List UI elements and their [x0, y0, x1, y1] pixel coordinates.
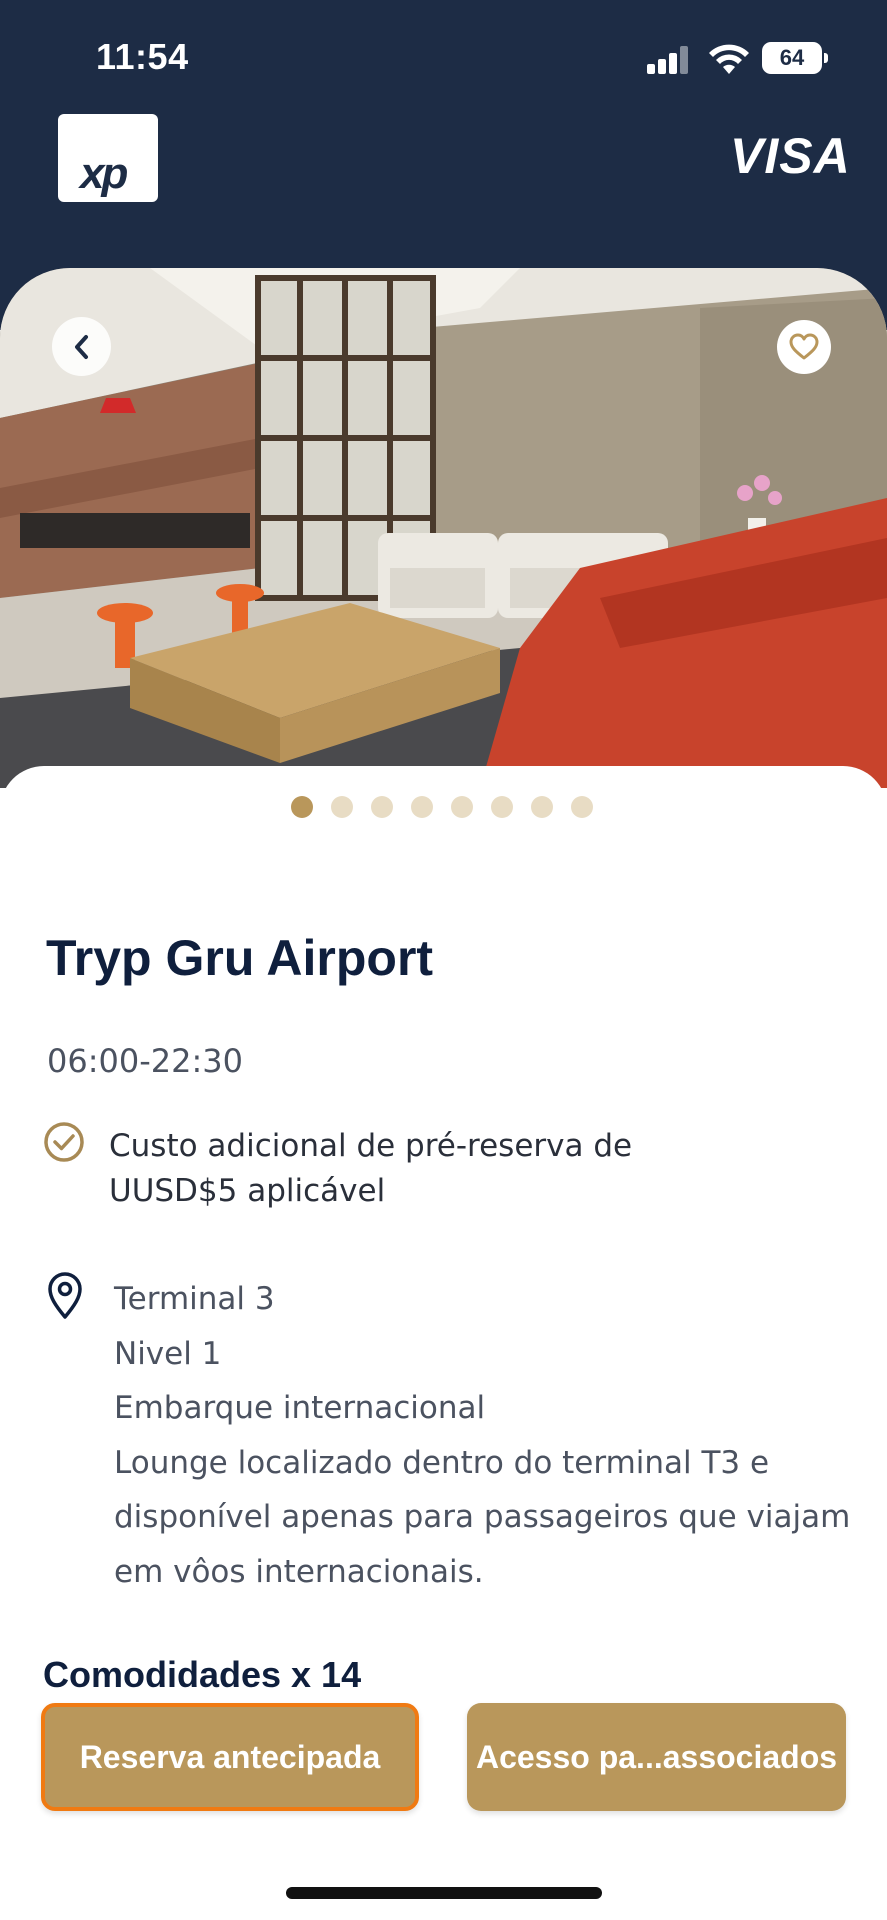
notice-line: Custo adicional de pré-reserva de — [109, 1128, 633, 1164]
gallery-dot[interactable] — [411, 796, 433, 818]
status-time: 11:54 — [96, 36, 189, 77]
map-pin-icon — [48, 1272, 82, 1319]
battery-icon: 64 — [762, 42, 828, 74]
lounge-photo-illustration — [0, 268, 887, 788]
xp-logo-text: xp — [80, 149, 128, 198]
heart-icon — [789, 333, 819, 360]
gallery-dot[interactable] — [451, 796, 473, 818]
battery-level: 64 — [779, 45, 805, 70]
back-button[interactable] — [52, 317, 111, 376]
location-line: em vôos internacionais. — [114, 1553, 484, 1590]
location-line: Embarque internacional — [114, 1390, 486, 1426]
pre-booking-fee-notice: Custo adicional de pré-reserva de UUSD$5… — [109, 1124, 669, 1214]
gallery-dot[interactable] — [531, 796, 553, 818]
opening-hours: 06:00-22:30 — [47, 1042, 243, 1080]
location-line: disponível apenas para passageiros que v… — [114, 1499, 851, 1535]
gallery-dot[interactable] — [291, 796, 313, 818]
location-line: Lounge localizado dentro do terminal T3 … — [114, 1444, 770, 1481]
cellular-signal-icon — [647, 46, 689, 74]
gallery-dot[interactable] — [331, 796, 353, 818]
gallery-dot[interactable] — [491, 796, 513, 818]
gallery-pagination — [291, 796, 593, 818]
location-line: Nivel 1 — [114, 1335, 222, 1372]
notice-line: UUSD$5 aplicável — [109, 1173, 386, 1209]
amenities-title: Comodidades x 14 — [43, 1654, 362, 1695]
lounge-photo[interactable] — [0, 268, 887, 788]
xp-logo: xp — [58, 114, 158, 202]
location-details: Terminal 3 Nivel 1 Embarque internaciona… — [114, 1272, 874, 1599]
home-indicator — [286, 1887, 602, 1899]
amenity-chip-member-access[interactable]: Acesso pa...associados — [467, 1703, 846, 1811]
wifi-icon — [709, 44, 749, 74]
gallery-dot[interactable] — [571, 796, 593, 818]
gallery-dot[interactable] — [371, 796, 393, 818]
location-line: Terminal 3 — [114, 1281, 275, 1317]
lounge-name: Tryp Gru Airport — [46, 930, 434, 986]
chevron-left-icon — [74, 334, 88, 359]
amenity-chip-early-booking[interactable]: Reserva antecipada — [41, 1703, 419, 1811]
favorite-button[interactable] — [777, 320, 831, 374]
visa-logo: VISA — [730, 128, 851, 184]
check-circle-icon — [44, 1122, 84, 1162]
